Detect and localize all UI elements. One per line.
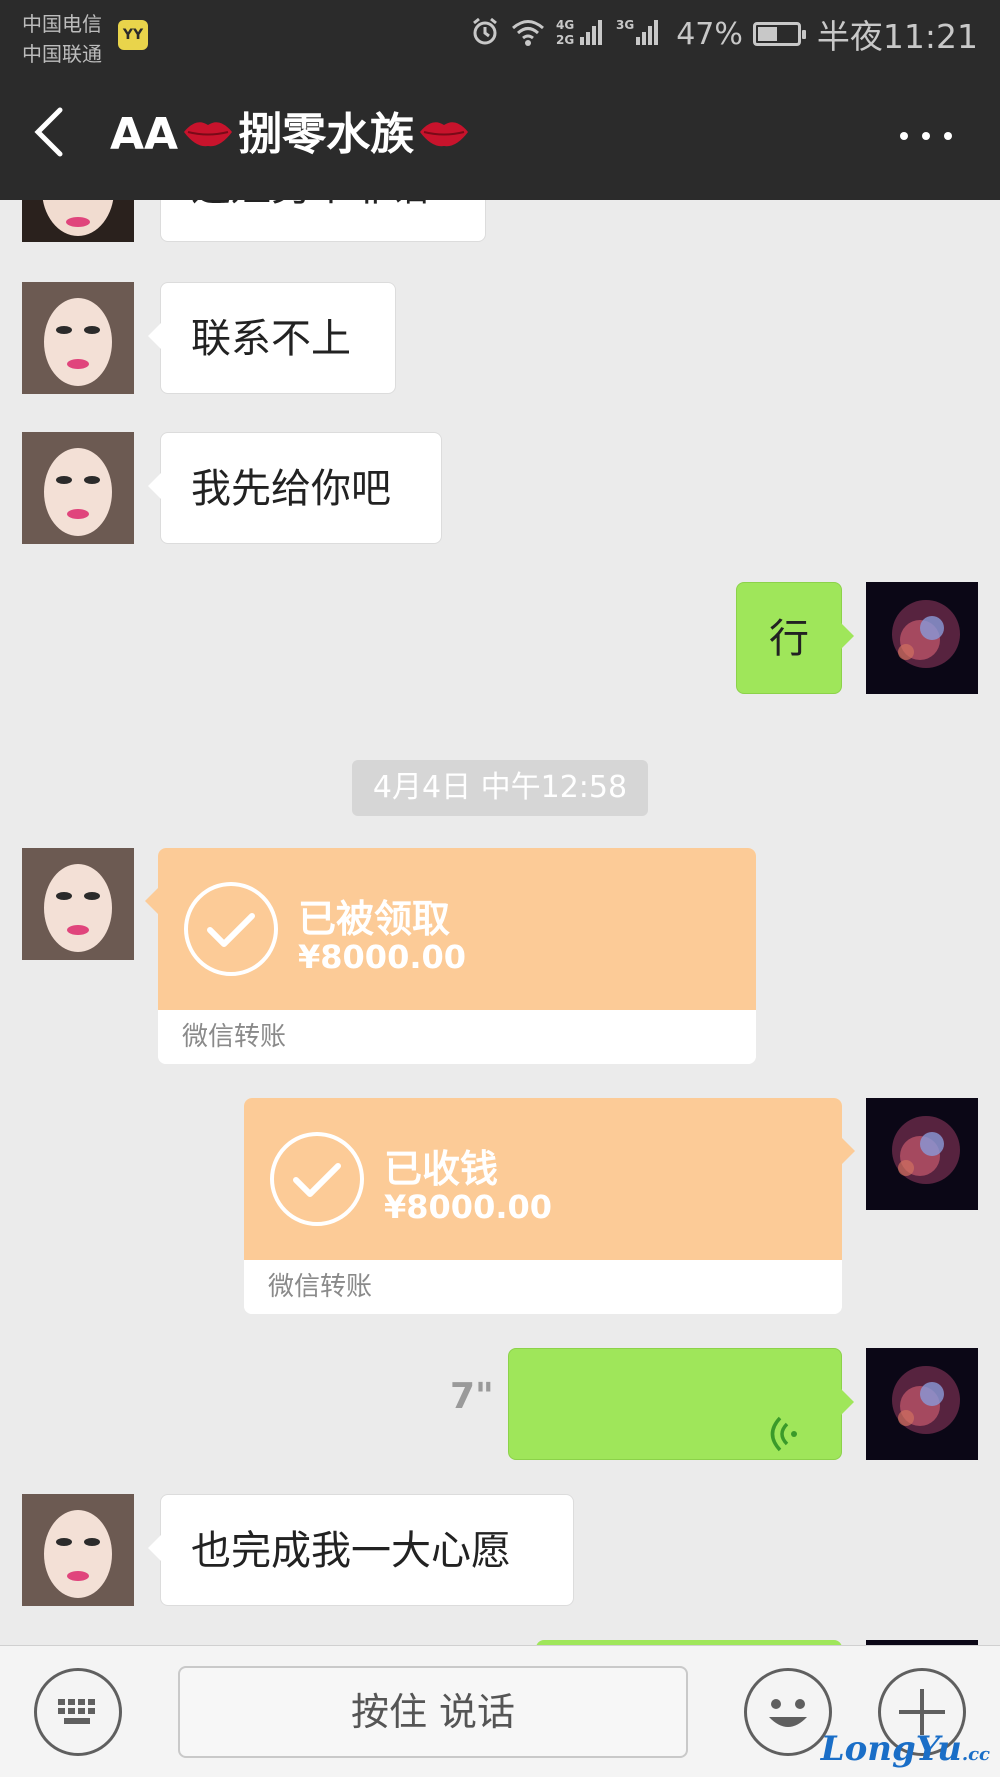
ellipsis-dot (944, 132, 952, 140)
input-bar: 按住 说话 LongYu.cc (0, 1645, 1000, 1777)
network-2-label: 3G (616, 18, 634, 32)
status-bar: 中国电信 中国联通 YY 4G 2G 3G 47% 半夜11:21 (0, 0, 1000, 70)
watermark-logo: LongYu.cc (821, 1729, 990, 1769)
wifi-icon (510, 17, 546, 51)
transfer-card-received[interactable]: 已被领取 ¥8000.00 微信转账 (145, 848, 756, 1064)
carrier-2-label: 中国联通 (22, 42, 102, 66)
contact-avatar[interactable] (22, 1494, 134, 1606)
check-circle-icon (184, 882, 278, 976)
chat-messages[interactable]: 这娃另个靠谱 联系不上 我先给你吧 行 4月4日 中午12:58 已被领取 (0, 200, 1000, 1645)
chat-header: AA 捌零水族 (0, 70, 1000, 200)
my-avatar[interactable] (866, 1098, 978, 1210)
watermark-suffix: .cc (961, 1744, 990, 1765)
ellipsis-dot (922, 132, 930, 140)
my-avatar[interactable] (866, 582, 978, 694)
lips-icon (182, 100, 234, 170)
hold-to-talk-button[interactable]: 按住 说话 (178, 1666, 688, 1758)
lips-icon (418, 100, 470, 170)
message-text: 行 (769, 616, 809, 662)
message-text: 也完成我一大心愿 (191, 1528, 511, 1574)
transfer-card-body: 已被领取 ¥8000.00 微信转账 (158, 848, 756, 1064)
signal-3g-icon: 3G (616, 17, 666, 51)
transfer-card-top: 已收钱 ¥8000.00 (244, 1098, 842, 1260)
contact-avatar[interactable] (22, 432, 134, 544)
battery-fill (757, 27, 777, 41)
voice-wave-icon (761, 1385, 801, 1497)
voice-duration: 7" (450, 1376, 494, 1417)
message-bubble[interactable]: 也完成我一大心愿 (148, 1494, 574, 1606)
transfer-card-top: 已被领取 ¥8000.00 (158, 848, 756, 1010)
message-text: 联系不上 (191, 316, 351, 362)
message-bubble[interactable]: 行 (736, 582, 854, 694)
alarm-icon (470, 17, 500, 51)
message-bubble[interactable]: 联系不上 (148, 282, 396, 394)
signal-4g-icon: 4G 2G (556, 17, 606, 51)
network-1-label: 4G (556, 18, 574, 32)
contact-avatar[interactable] (22, 848, 134, 960)
chat-title: AA 捌零水族 (110, 100, 474, 170)
yy-app-icon: YY (118, 20, 148, 50)
message-text: 这娃另个靠谱 (191, 200, 431, 210)
keyboard-icon (58, 1699, 95, 1724)
transfer-status: 已收钱 (384, 1147, 499, 1191)
transfer-amount: ¥8000.00 (298, 938, 467, 976)
chat-title-prefix: AA (110, 109, 179, 160)
battery-icon (752, 22, 806, 46)
carrier-1-label: 中国电信 (22, 12, 102, 36)
emoji-button[interactable] (744, 1668, 832, 1756)
more-options-button[interactable] (900, 120, 960, 150)
emoji-icon (769, 1699, 807, 1727)
clock: 半夜11:21 (816, 17, 978, 56)
message-text: 我先给你吧 (191, 466, 391, 512)
back-button[interactable] (30, 102, 90, 172)
contact-avatar[interactable] (22, 282, 134, 394)
chat-title-main: 捌零水族 (238, 109, 415, 160)
bubble-tail (145, 888, 158, 914)
transfer-label: 微信转账 (158, 1010, 756, 1064)
message-bubble[interactable]: 我先给你吧 (148, 432, 442, 544)
contact-avatar[interactable] (22, 200, 134, 242)
transfer-status: 已被领取 (298, 897, 451, 941)
keyboard-toggle-button[interactable] (34, 1668, 122, 1756)
chevron-left-icon (34, 107, 63, 157)
check-circle-icon (270, 1132, 364, 1226)
ellipsis-icon (900, 132, 908, 140)
transfer-label: 微信转账 (244, 1260, 842, 1314)
timestamp-divider: 4月4日 中午12:58 (352, 760, 648, 816)
watermark-brand: LongYu (820, 1729, 962, 1769)
status-icons: 4G 2G 3G 47% 半夜11:21 (470, 12, 978, 56)
transfer-amount: ¥8000.00 (384, 1188, 553, 1226)
message-bubble[interactable]: 这娃另个靠谱 (160, 200, 486, 242)
bubble-tail (842, 1138, 855, 1164)
network-1b-label: 2G (556, 33, 574, 47)
transfer-card-collected[interactable]: 已收钱 ¥8000.00 微信转账 (244, 1098, 855, 1314)
battery-percent: 47% (676, 16, 743, 52)
my-avatar[interactable] (866, 1348, 978, 1460)
transfer-card-body: 已收钱 ¥8000.00 微信转账 (244, 1098, 842, 1314)
voice-message-bubble[interactable] (508, 1348, 854, 1460)
